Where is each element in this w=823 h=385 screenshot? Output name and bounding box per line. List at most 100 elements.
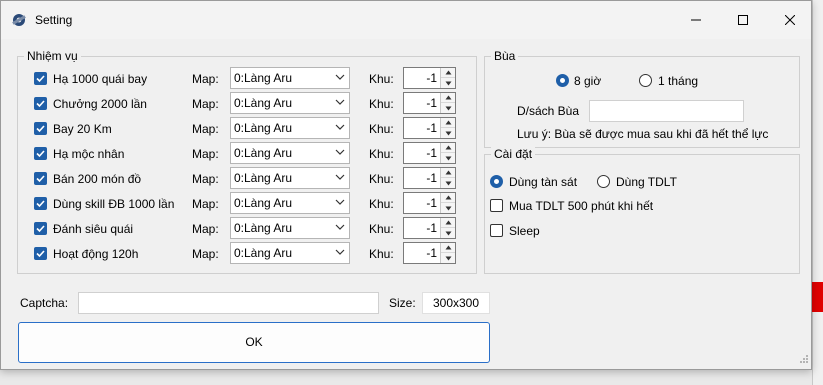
chevron-down-icon (335, 224, 345, 230)
khu-stepper[interactable]: -1 (403, 67, 456, 89)
resize-grip-icon[interactable] (799, 353, 809, 367)
captcha-label: Captcha: (20, 296, 69, 310)
dsach-bua-input[interactable] (589, 100, 744, 122)
checkmark-icon (36, 175, 45, 183)
khu-stepper[interactable]: -1 (403, 217, 456, 239)
map-select[interactable]: 0:Làng Aru (230, 167, 350, 189)
radio-dung-tdlt[interactable] (597, 175, 610, 188)
radio-1-thang[interactable] (639, 74, 652, 87)
khu-label: Khu: (369, 122, 394, 136)
khu-value: -1 (426, 146, 437, 160)
map-select[interactable]: 0:Làng Aru (230, 92, 350, 114)
background-red-row (812, 282, 823, 312)
setting-dialog: Setting Nhiệm vụ Hạ 1000 quái bay Map: 0:L… (0, 0, 812, 370)
task-checkbox[interactable] (34, 172, 47, 185)
khu-label: Khu: (369, 197, 394, 211)
task-label: Bay 20 Km (53, 122, 112, 136)
size-label: Size: (389, 296, 416, 310)
maximize-icon (738, 15, 748, 25)
radio-8-gio[interactable] (556, 74, 569, 87)
khu-down-button[interactable] (441, 103, 455, 113)
map-label: Map: (192, 122, 219, 136)
map-select[interactable]: 0:Làng Aru (230, 192, 350, 214)
task-label: Đánh siêu quái (53, 222, 134, 236)
khu-up-button[interactable] (441, 118, 455, 128)
khu-up-button[interactable] (441, 243, 455, 253)
khu-up-button[interactable] (441, 93, 455, 103)
spin-up-icon (445, 95, 451, 100)
khu-down-button[interactable] (441, 153, 455, 163)
khu-down-button[interactable] (441, 78, 455, 88)
map-select[interactable]: 0:Làng Aru (230, 67, 350, 89)
task-label: Dùng skill ĐB 1000 lần (53, 197, 175, 211)
close-button[interactable] (767, 1, 813, 39)
size-input[interactable]: 300x300 (422, 292, 490, 314)
task-label: Hoạt động 120h (53, 247, 139, 261)
mua-tdlt-checkbox[interactable] (490, 199, 503, 212)
khu-down-button[interactable] (441, 228, 455, 238)
khu-down-button[interactable] (441, 128, 455, 138)
khu-value: -1 (426, 196, 437, 210)
map-label: Map: (192, 72, 219, 86)
khu-label: Khu: (369, 222, 394, 236)
task-checkbox[interactable] (34, 72, 47, 85)
khu-value: -1 (426, 121, 437, 135)
spin-up-icon (445, 170, 451, 175)
ok-button[interactable]: OK (18, 322, 490, 363)
khu-down-button[interactable] (441, 203, 455, 213)
khu-up-button[interactable] (441, 218, 455, 228)
minimize-icon (691, 19, 701, 21)
minimize-button[interactable] (673, 1, 719, 39)
captcha-input[interactable] (78, 292, 379, 314)
spin-down-icon (445, 256, 451, 260)
khu-up-button[interactable] (441, 143, 455, 153)
task-checkbox[interactable] (34, 222, 47, 235)
khu-stepper[interactable]: -1 (403, 242, 456, 264)
spin-down-icon (445, 156, 451, 160)
khu-down-button[interactable] (441, 253, 455, 263)
task-checkbox[interactable] (34, 247, 47, 260)
khu-stepper[interactable]: -1 (403, 92, 456, 114)
radio-dung-tan-sat[interactable] (490, 175, 503, 188)
chevron-down-icon (335, 149, 345, 155)
title-bar[interactable]: Setting (1, 1, 811, 39)
map-select[interactable]: 0:Làng Aru (230, 142, 350, 164)
khu-up-button[interactable] (441, 193, 455, 203)
map-select[interactable]: 0:Làng Aru (230, 217, 350, 239)
task-label: Hạ mộc nhân (53, 147, 125, 161)
khu-label: Khu: (369, 247, 394, 261)
khu-down-button[interactable] (441, 178, 455, 188)
khu-stepper[interactable]: -1 (403, 192, 456, 214)
task-checkbox[interactable] (34, 122, 47, 135)
map-select[interactable]: 0:Làng Aru (230, 242, 350, 264)
task-label: Bán 200 món đồ (53, 172, 142, 186)
khu-value: -1 (426, 96, 437, 110)
sleep-checkbox[interactable] (490, 224, 503, 237)
khu-up-button[interactable] (441, 168, 455, 178)
khu-label: Khu: (369, 97, 394, 111)
chevron-down-icon (335, 249, 345, 255)
chevron-down-icon (335, 99, 345, 105)
spin-down-icon (445, 81, 451, 85)
map-label: Map: (192, 147, 219, 161)
khu-stepper[interactable]: -1 (403, 142, 456, 164)
map-select-value: 0:Làng Aru (234, 121, 293, 135)
khu-stepper[interactable]: -1 (403, 167, 456, 189)
maximize-button[interactable] (720, 1, 766, 39)
task-checkbox[interactable] (34, 97, 47, 110)
radio-8-gio-label: 8 giờ (574, 74, 602, 88)
checkmark-icon (36, 225, 45, 233)
checkmark-icon (36, 250, 45, 258)
task-label: Hạ 1000 quái bay (53, 72, 148, 86)
window-title: Setting (35, 13, 73, 27)
spin-down-icon (445, 181, 451, 185)
map-select[interactable]: 0:Làng Aru (230, 117, 350, 139)
khu-stepper[interactable]: -1 (403, 117, 456, 139)
khu-value: -1 (426, 246, 437, 260)
task-checkbox[interactable] (34, 197, 47, 210)
task-checkbox[interactable] (34, 147, 47, 160)
khu-up-button[interactable] (441, 68, 455, 78)
map-select-value: 0:Làng Aru (234, 221, 293, 235)
map-select-value: 0:Làng Aru (234, 246, 293, 260)
spin-down-icon (445, 206, 451, 210)
